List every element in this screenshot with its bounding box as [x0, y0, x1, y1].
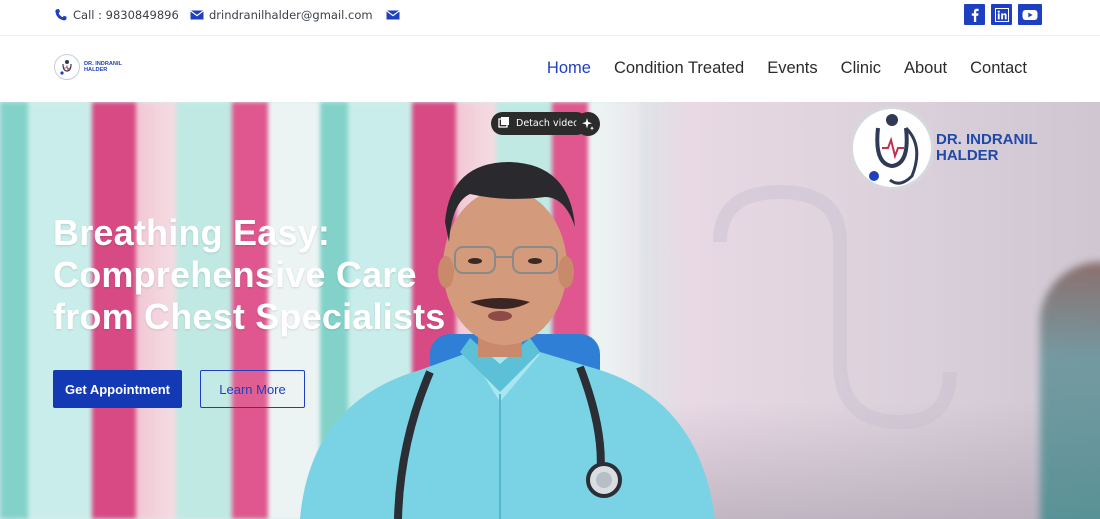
email-contact[interactable]: drindranilhalder@gmail.com [190, 8, 373, 22]
nav-contact[interactable]: Contact [970, 59, 1027, 78]
email-text: drindranilhalder@gmail.com [209, 8, 373, 22]
logo-text: DR. INDRANIL HALDER [84, 61, 122, 74]
hero-headline-line-1: Breathing Easy: [53, 212, 331, 253]
learn-more-button[interactable]: Learn More [200, 370, 305, 408]
logo-line-2: HALDER [84, 67, 108, 73]
main-nav: Home Condition Treated Events Clinic Abo… [547, 59, 1027, 78]
hero-headline-line-2: Comprehensive Care [53, 254, 417, 295]
nav-condition-treated[interactable]: Condition Treated [614, 59, 744, 78]
top-bar: Call : 9830849896 drindranilhalder@gmail… [0, 0, 1100, 36]
watermark-line-1: DR. INDRANIL [936, 131, 1038, 148]
sparkle-icon[interactable] [576, 112, 600, 136]
hero-headline-line-3: from Chest Specialists [53, 296, 446, 337]
youtube-icon[interactable] [1018, 4, 1042, 25]
get-appointment-button[interactable]: Get Appointment [53, 370, 182, 408]
facebook-icon[interactable] [964, 4, 985, 25]
linkedin-icon[interactable] [991, 4, 1012, 25]
nav-clinic[interactable]: Clinic [841, 59, 881, 78]
stethoscope-logo-icon [54, 54, 80, 80]
email-contact-2[interactable] [386, 8, 405, 22]
video-watermark: DR. INDRANIL HALDER [850, 106, 1038, 190]
watermark-line-2: HALDER [936, 147, 999, 164]
detach-video-label: Detach video [516, 118, 579, 129]
nav-about[interactable]: About [904, 59, 947, 78]
phone-text: Call : 9830849896 [73, 8, 179, 22]
hero-video-section[interactable]: Breathing Easy: Comprehensive Care from … [0, 102, 1100, 519]
site-header: DR. INDRANIL HALDER Home Condition Treat… [0, 36, 1100, 102]
phone-contact[interactable]: Call : 9830849896 [54, 8, 179, 22]
mail-icon [386, 8, 400, 22]
site-logo[interactable]: DR. INDRANIL HALDER [54, 54, 122, 80]
stethoscope-logo-icon [850, 106, 934, 190]
watermark-text: DR. INDRANIL HALDER [936, 132, 1038, 164]
nav-home[interactable]: Home [547, 59, 591, 78]
hero-headline: Breathing Easy: Comprehensive Care from … [53, 212, 446, 338]
nav-events[interactable]: Events [767, 59, 817, 78]
mail-icon [190, 8, 204, 22]
detach-video-button[interactable]: Detach video [491, 112, 588, 135]
phone-icon [54, 8, 68, 22]
detach-icon [498, 116, 510, 131]
